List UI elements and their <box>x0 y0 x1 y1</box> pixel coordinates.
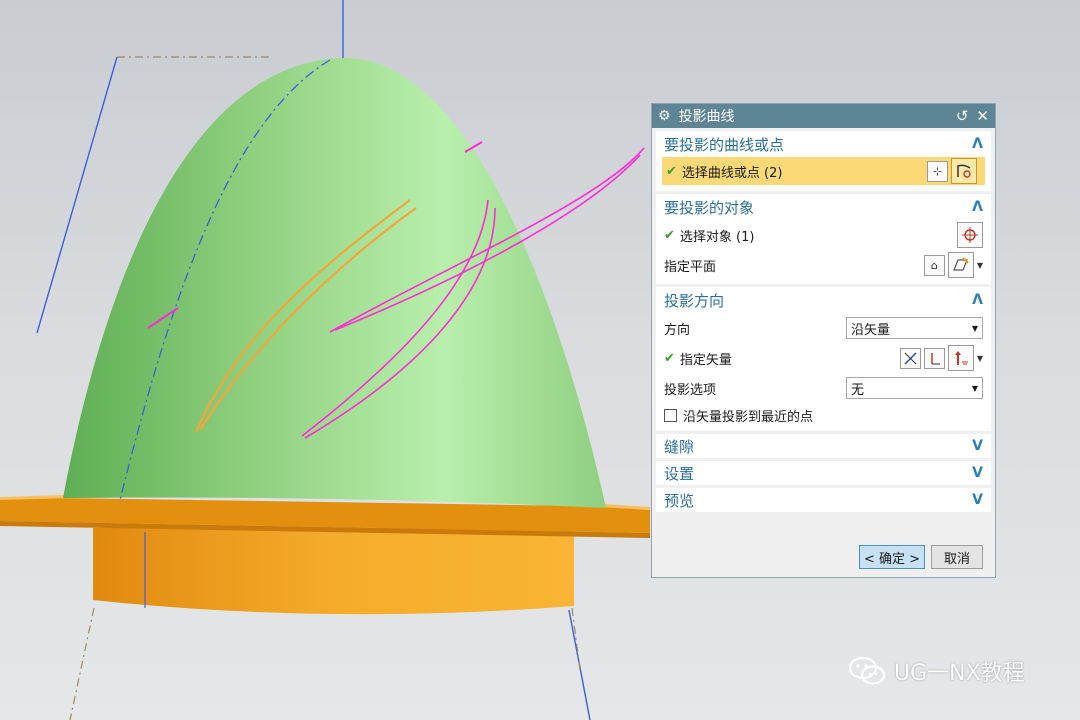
chevron-up-icon[interactable]: ᐱ <box>972 292 983 308</box>
section-settings-header[interactable]: 设置 ᐯ <box>656 461 991 485</box>
wechat-icon <box>848 656 886 685</box>
select-curve-row[interactable]: ✔ 选择曲线或点 (2) ⊹ <box>662 157 985 185</box>
specify-plane-row[interactable]: 指定平面 ⌂ ▼ <box>656 250 991 280</box>
projection-option-row: 投影选项 无 ▼ <box>656 373 991 403</box>
chevron-down-icon[interactable]: ᐯ <box>972 492 983 508</box>
section-target: 要投影的对象 ᐱ ✔ 选择对象 (1) 指定平面 ⌂ ▼ <box>656 194 991 284</box>
specify-vector-row[interactable]: ✔ 指定矢量 ▼ <box>656 343 991 373</box>
direction-label: 方向 <box>664 322 691 338</box>
section-preview-header[interactable]: 预览 ᐯ <box>656 488 991 512</box>
select-object-label: 选择对象 (1) <box>679 229 755 245</box>
section-preview: 预览 ᐯ <box>656 488 991 512</box>
chevron-down-icon[interactable]: ▼ <box>972 384 978 393</box>
nearest-point-label: 沿矢量投影到最近的点 <box>683 409 814 425</box>
gear-icon[interactable]: ⚙ <box>658 108 671 124</box>
check-icon: ✔ <box>664 227 675 243</box>
vector-cross-icon[interactable] <box>899 347 921 369</box>
section-direction-header[interactable]: 投影方向 ᐱ <box>656 287 991 313</box>
direction-row: 方向 沿矢量 ▼ <box>656 313 991 343</box>
select-object-row[interactable]: ✔ 选择对象 (1) <box>656 220 991 250</box>
section-settings: 设置 ᐯ <box>656 461 991 485</box>
ok-button[interactable]: < 确定 > <box>858 545 925 569</box>
dialog-title: 投影曲线 <box>678 109 735 125</box>
watermark: UG一NX教程 <box>848 655 1025 687</box>
chevron-down-icon[interactable]: ▼ <box>972 324 978 333</box>
crosshair-icon[interactable] <box>957 222 983 248</box>
select-curve-label: 选择曲线或点 (2) <box>681 165 783 181</box>
chevron-up-icon[interactable]: ᐱ <box>972 136 983 152</box>
section-target-header[interactable]: 要投影的对象 ᐱ <box>656 194 991 220</box>
dialog-title-bar[interactable]: ⚙ 投影曲线 ↺ ✕ <box>652 104 995 128</box>
section-gap-header[interactable]: 缝隙 ᐯ <box>656 434 991 458</box>
section-curves-header[interactable]: 要投影的曲线或点 ᐱ <box>656 131 991 157</box>
vector-arrow-icon[interactable] <box>947 345 974 371</box>
chevron-down-icon[interactable]: ᐯ <box>972 438 983 454</box>
curve-select-icon[interactable] <box>951 158 977 184</box>
close-icon[interactable]: ✕ <box>976 108 989 124</box>
base-cylinder[interactable] <box>93 528 574 615</box>
dialog-buttons: < 确定 > 取消 <box>858 545 983 569</box>
nearest-point-checkbox[interactable] <box>664 408 677 422</box>
chevron-down-icon[interactable]: ᐯ <box>972 465 983 481</box>
reset-icon[interactable]: ↺ <box>956 108 969 124</box>
dome-body[interactable] <box>63 58 606 508</box>
vector-dropdown-icon[interactable]: ▼ <box>977 354 983 363</box>
chevron-up-icon[interactable]: ᐱ <box>972 199 983 215</box>
project-curve-dialog: ⚙ 投影曲线 ↺ ✕ 要投影的曲线或点 ᐱ ✔ 选择曲线或点 (2) ⊹ 要投影… <box>651 103 996 578</box>
check-icon: ✔ <box>664 350 675 366</box>
cancel-button[interactable]: 取消 <box>931 545 983 569</box>
specify-plane-label: 指定平面 <box>664 259 717 275</box>
plane-icon[interactable] <box>947 252 974 278</box>
vector-axis-icon[interactable] <box>923 347 945 369</box>
add-curve-icon[interactable]: ⊹ <box>927 160 948 182</box>
watermark-text: UG一NX教程 <box>894 661 1025 686</box>
section-gap: 缝隙 ᐯ <box>656 434 991 458</box>
section-direction: 投影方向 ᐱ 方向 沿矢量 ▼ ✔ 指定矢量 ▼ 投影选项 无 ▼ 沿矢量投影到… <box>656 287 991 431</box>
plane-dropdown-icon[interactable]: ▼ <box>977 261 983 270</box>
section-curves: 要投影的曲线或点 ᐱ ✔ 选择曲线或点 (2) ⊹ <box>656 131 991 191</box>
direction-select[interactable]: 沿矢量 ▼ <box>846 317 983 339</box>
projection-option-select[interactable]: 无 ▼ <box>846 377 983 399</box>
check-icon: ✔ <box>666 163 677 179</box>
projection-option-label: 投影选项 <box>664 382 717 398</box>
plane-inferred-icon[interactable]: ⌂ <box>923 254 945 276</box>
specify-vector-label: 指定矢量 <box>679 352 732 368</box>
nearest-point-row[interactable]: 沿矢量投影到最近的点 <box>656 403 991 427</box>
